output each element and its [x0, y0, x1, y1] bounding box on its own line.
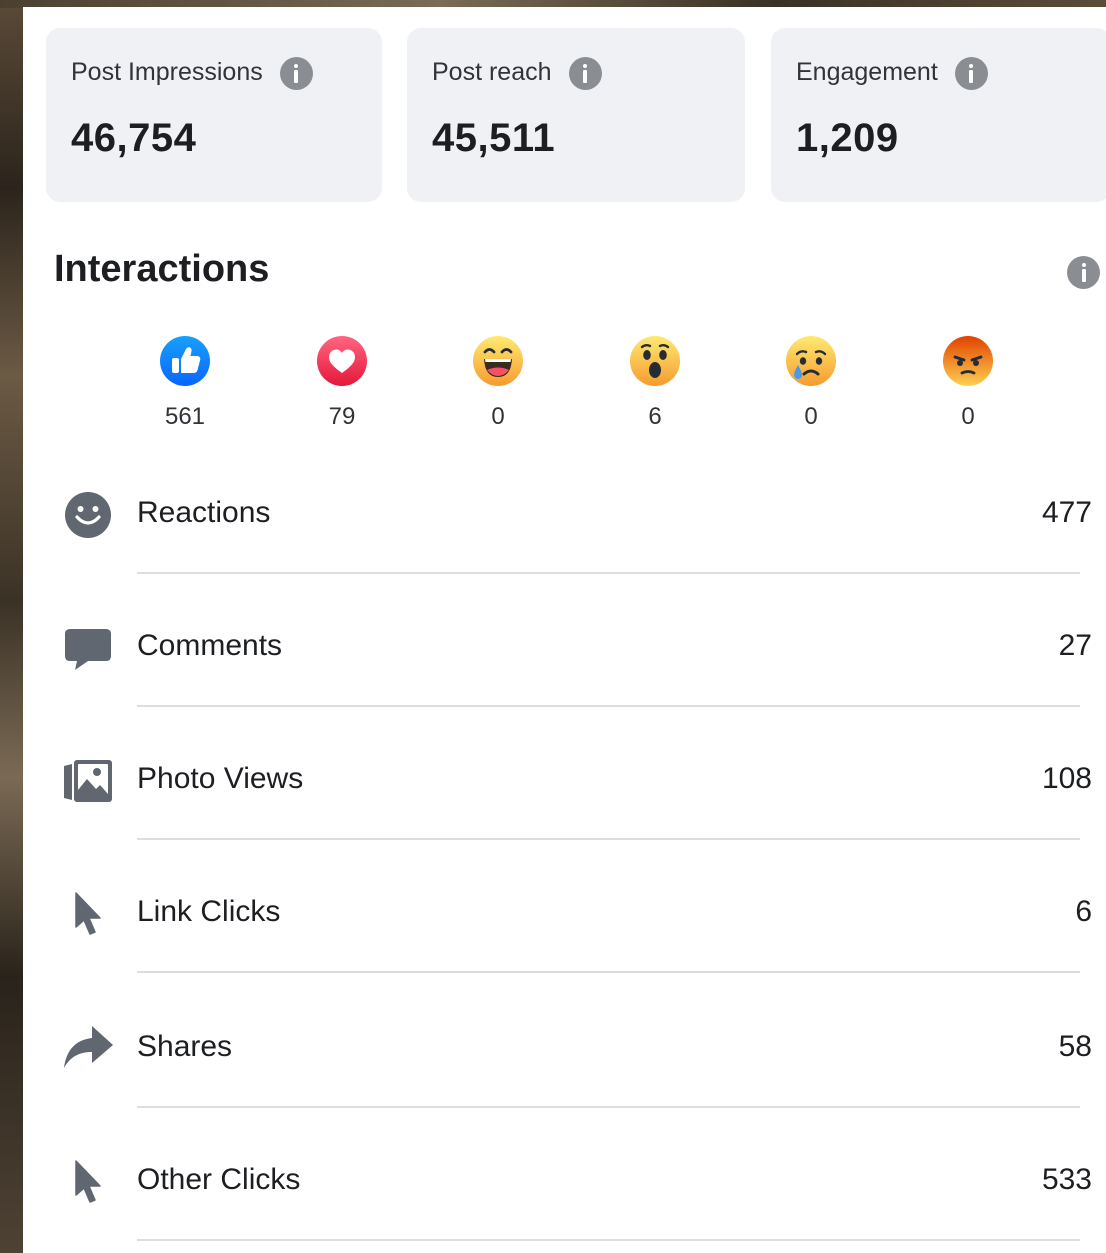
stat-value: 45,511 — [432, 116, 556, 160]
stat-label: Engagement — [796, 58, 938, 86]
stat-label: Post Impressions — [71, 58, 263, 86]
like-icon — [160, 336, 210, 386]
reaction-count: 0 — [961, 403, 975, 430]
divider — [137, 572, 1080, 574]
info-icon[interactable] — [568, 57, 602, 90]
share-icon — [64, 1026, 113, 1068]
divider — [137, 971, 1080, 973]
wow-icon — [630, 336, 680, 386]
angry-icon — [943, 336, 993, 386]
sad-icon — [786, 336, 836, 386]
divider — [137, 1239, 1080, 1241]
smiley-icon — [65, 492, 111, 538]
photo-icon — [64, 760, 112, 802]
section-title: Interactions — [54, 248, 270, 290]
reaction-like: 561 — [155, 335, 215, 431]
reaction-angry: 0 — [938, 335, 998, 431]
stat-card-engagement: Engagement 1,209 — [771, 28, 1106, 202]
divider — [137, 705, 1080, 707]
cursor-icon — [75, 892, 101, 935]
metric-label: Comments — [137, 629, 283, 662]
stat-label: Post reach — [432, 58, 552, 86]
metric-label: Reactions — [137, 496, 271, 529]
metric-value: 477 — [1041, 496, 1092, 529]
metric-label: Photo Views — [137, 762, 304, 795]
metric-row-shares[interactable]: Shares 58 — [55, 994, 1100, 1127]
reaction-count: 79 — [328, 403, 356, 430]
metric-row-link-clicks[interactable]: Link Clicks 6 — [55, 859, 1100, 992]
reaction-count: 561 — [164, 403, 206, 430]
metric-row-other-clicks[interactable]: Other Clicks 533 — [55, 1127, 1100, 1253]
divider — [137, 838, 1080, 840]
metric-row-reactions[interactable]: Reactions 477 — [55, 460, 1100, 593]
stat-card-post-reach: Post reach 45,511 — [407, 28, 745, 202]
reaction-sad: 0 — [781, 335, 841, 431]
metric-value: 27 — [1058, 629, 1092, 662]
metric-label: Other Clicks — [137, 1163, 301, 1196]
stat-value: 46,754 — [71, 116, 197, 160]
stat-value: 1,209 — [796, 116, 899, 160]
metric-label: Link Clicks — [137, 895, 281, 928]
metric-label: Shares — [137, 1030, 233, 1063]
background-photo-strip — [0, 0, 23, 1253]
metric-row-photo-views[interactable]: Photo Views 108 — [55, 726, 1100, 859]
haha-icon — [473, 336, 523, 386]
metric-row-comments[interactable]: Comments 27 — [55, 593, 1100, 726]
info-icon[interactable] — [1067, 256, 1100, 289]
info-icon[interactable] — [279, 57, 313, 90]
comment-icon — [65, 629, 111, 670]
reaction-count: 6 — [648, 403, 662, 430]
love-icon — [317, 336, 367, 386]
reaction-love: 79 — [312, 335, 372, 431]
metric-value: 58 — [1058, 1030, 1092, 1063]
cursor-icon — [75, 1160, 101, 1203]
reaction-count: 0 — [491, 403, 505, 430]
metric-value: 6 — [1075, 895, 1092, 928]
metric-value: 533 — [1041, 1163, 1092, 1196]
metric-value: 108 — [1041, 762, 1092, 795]
reaction-haha: 0 — [468, 335, 528, 431]
reaction-count: 0 — [804, 403, 818, 430]
reaction-wow: 6 — [625, 335, 685, 431]
info-icon[interactable] — [954, 57, 988, 90]
stat-card-post-impressions: Post Impressions 46,754 — [46, 28, 382, 202]
divider — [137, 1106, 1080, 1108]
